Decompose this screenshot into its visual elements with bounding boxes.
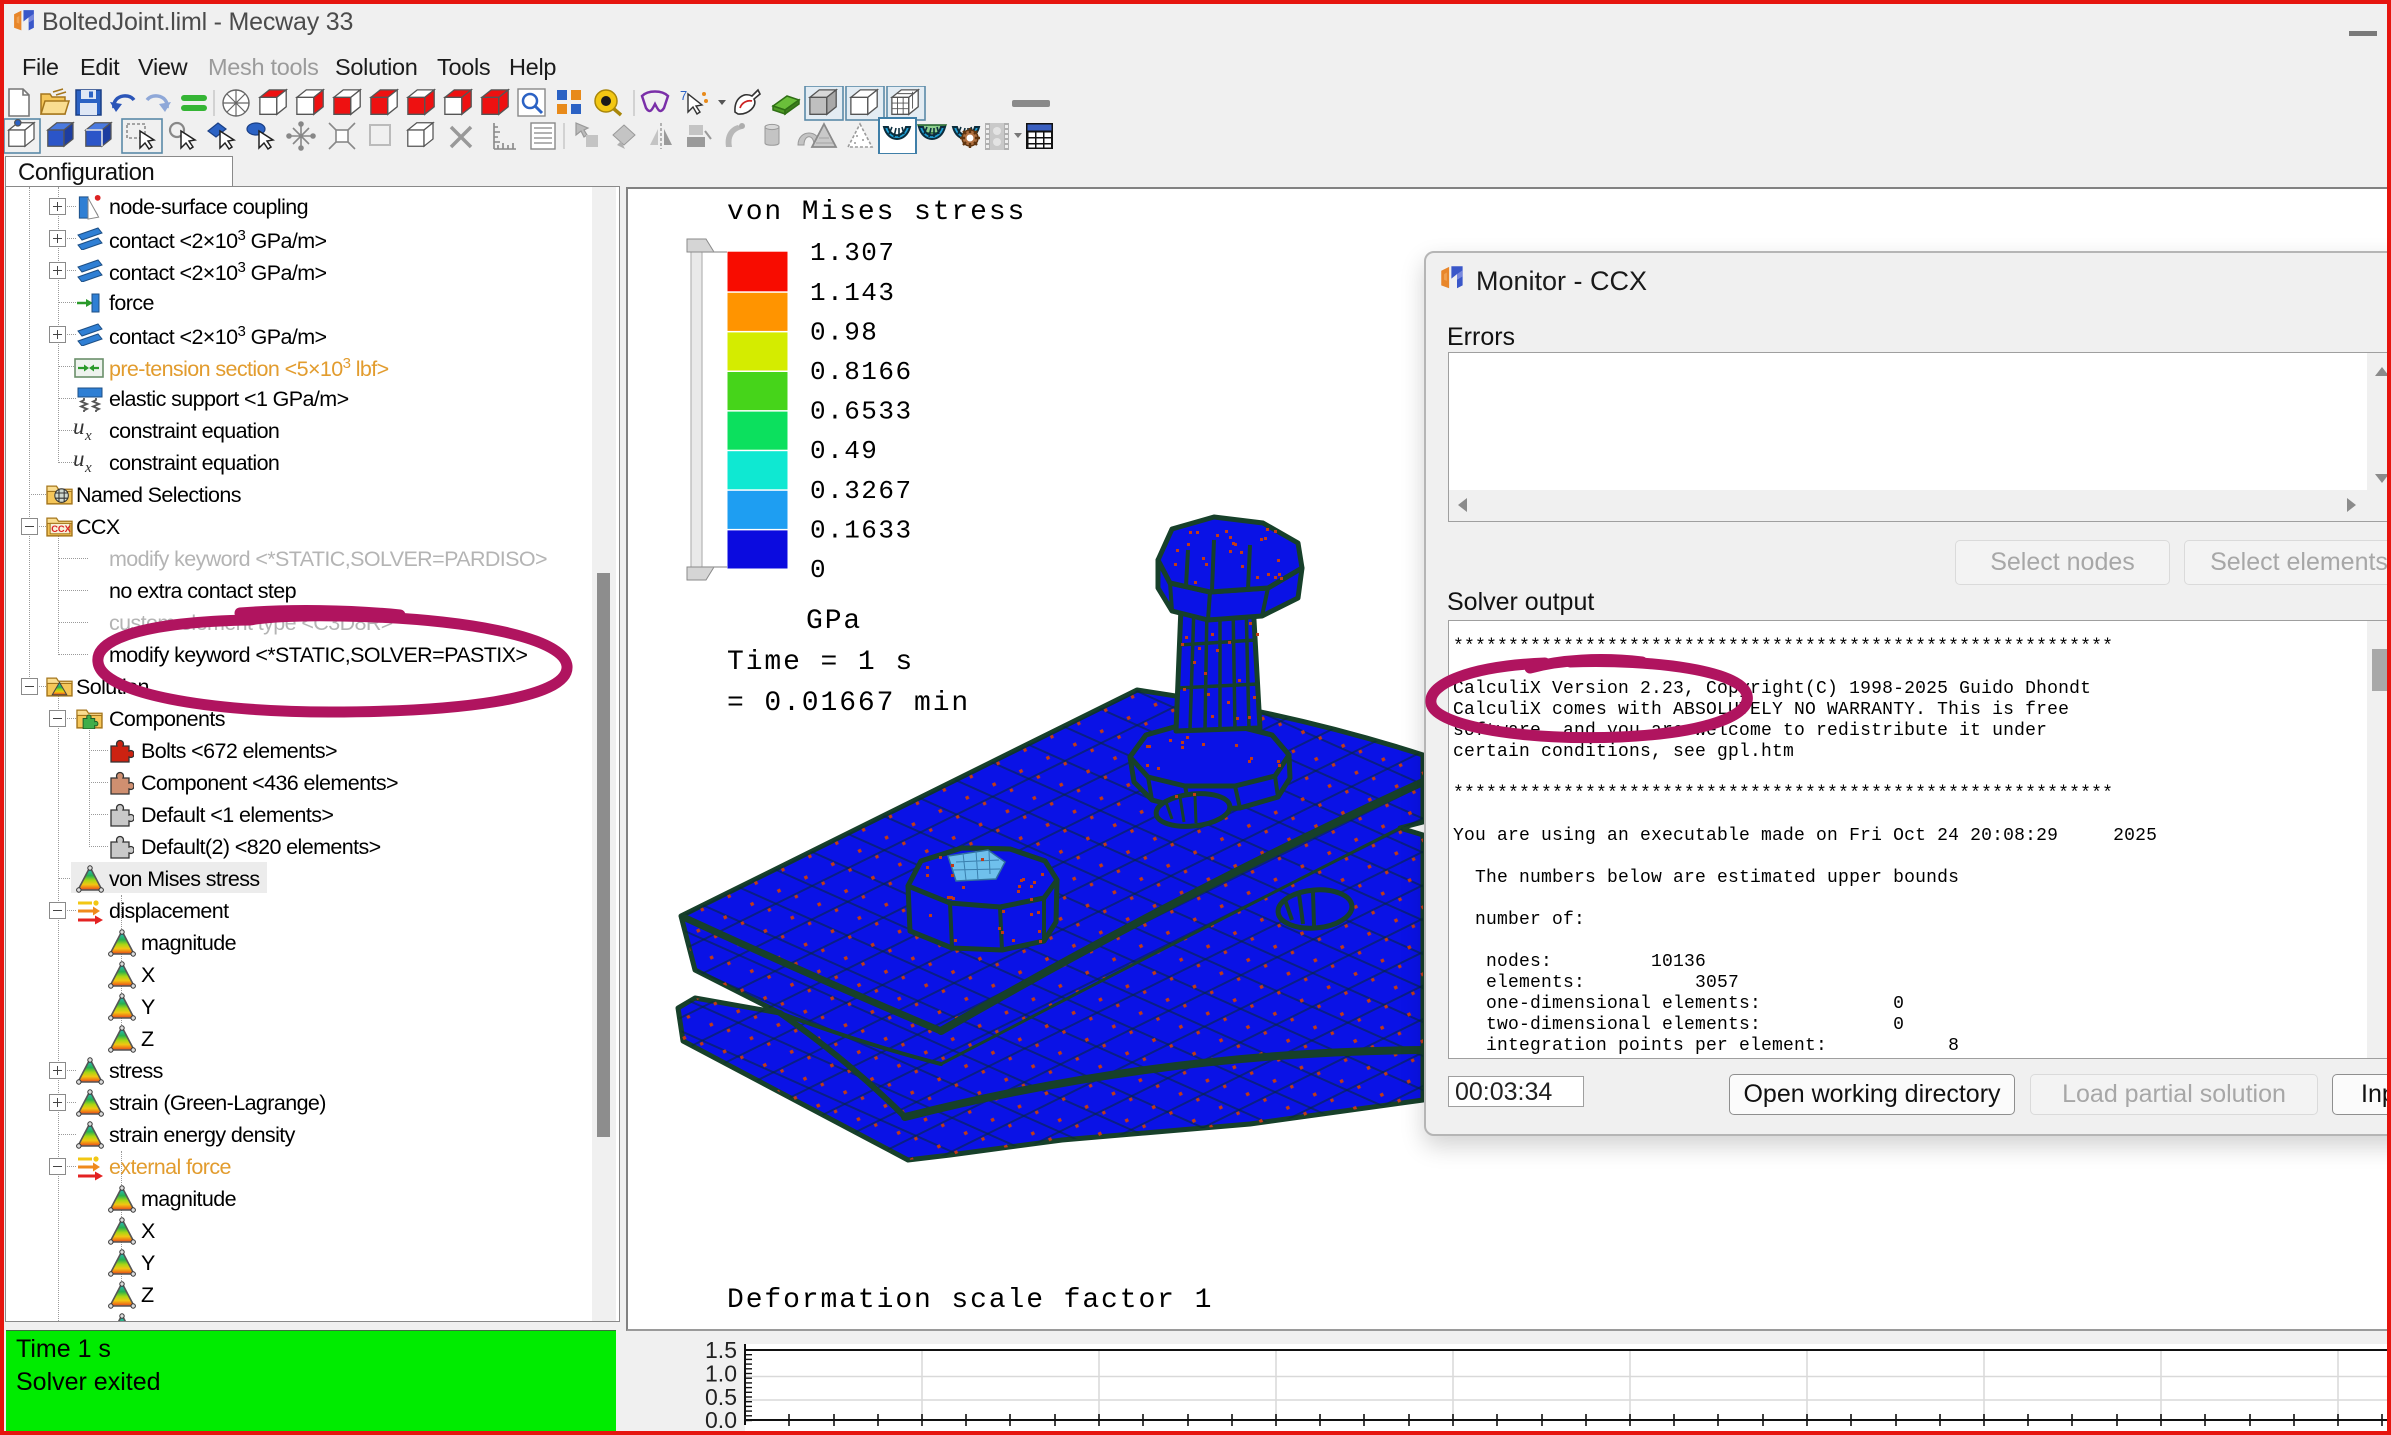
svg-text:0.98: 0.98 (810, 317, 878, 347)
svg-text:von Mises stress: von Mises stress (727, 197, 1026, 228)
svg-text:0.6533: 0.6533 (810, 397, 913, 427)
svg-text:Deformation scale factor 1: Deformation scale factor 1 (727, 1285, 1213, 1316)
svg-text:7: 7 (680, 88, 687, 103)
svg-text:0.0: 0.0 (705, 1407, 737, 1433)
svg-text:0: 0 (810, 555, 827, 585)
svg-text:CCX: CCX (51, 524, 71, 534)
svg-text:0.3267: 0.3267 (810, 476, 913, 506)
svg-text:1.5: 1.5 (705, 1337, 737, 1363)
svg-text:1.143: 1.143 (810, 278, 896, 308)
svg-text:1.307: 1.307 (810, 238, 896, 268)
svg-text:GPa: GPa (806, 606, 862, 637)
svg-text:= 0.01667 min: = 0.01667 min (727, 688, 970, 719)
svg-text:0.1633: 0.1633 (810, 515, 913, 545)
svg-text:1.0: 1.0 (705, 1361, 737, 1387)
svg-text:0.8166: 0.8166 (810, 357, 913, 387)
svg-text:0.49: 0.49 (810, 436, 878, 466)
svg-text:Time = 1 s: Time = 1 s (727, 647, 914, 678)
